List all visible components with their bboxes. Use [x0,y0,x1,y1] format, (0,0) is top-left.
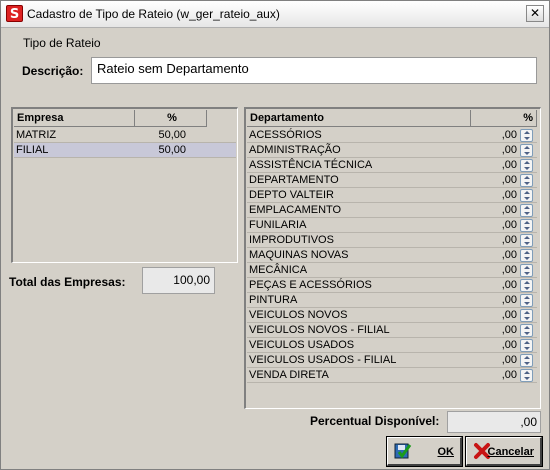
empresa-column-header[interactable]: Empresa [14,110,135,127]
empresa-row[interactable]: MATRIZ 50,00 [14,128,236,143]
empresa-row[interactable]: FILIAL 50,00 [14,143,236,158]
departamento-row[interactable]: DEPTO VALTEIR ,00 [247,188,537,203]
close-button[interactable]: ✕ [526,5,544,22]
spinner-arrows-icon[interactable] [520,174,533,187]
departamento-pct-input[interactable]: ,00 [472,233,517,248]
spinner-arrows-icon[interactable] [520,294,533,307]
departamento-name-cell: PINTURA [249,294,298,306]
departamento-row[interactable]: PEÇAS E ACESSÓRIOS ,00 [247,278,537,293]
empresa-pct-cell[interactable]: 50,00 [136,143,186,158]
description-input[interactable]: Rateio sem Departamento [91,57,537,84]
departamento-pct-input[interactable]: ,00 [472,278,517,293]
empresa-pct-column-header[interactable]: % [135,110,207,127]
departamento-name-cell: VEICULOS USADOS [249,339,355,351]
spinner-arrows-icon[interactable] [520,234,533,247]
description-label: Descrição: [22,64,84,78]
departamento-name-cell: VEICULOS NOVOS - FILIAL [249,324,390,336]
departamento-name-cell: MECÂNICA [249,264,308,276]
departamento-row[interactable]: PINTURA ,00 [247,293,537,308]
ok-button-label: OK [437,446,455,458]
departamento-pct-input[interactable]: ,00 [472,188,517,203]
spinner-arrows-icon[interactable] [520,309,533,322]
departamento-pct-input[interactable]: ,00 [472,293,517,308]
total-empresas-value: 100,00 [142,267,215,294]
empresa-pct-cell[interactable]: 50,00 [136,128,186,143]
departamento-name-cell: IMPRODUTIVOS [249,234,334,246]
spinner-arrows-icon[interactable] [520,129,533,142]
departamento-name-cell: ASSISTÊNCIA TÉCNICA [249,159,373,171]
total-empresas-label: Total das Empresas: [9,275,126,289]
departamento-row[interactable]: ADMINISTRAÇÃO ,00 [247,143,537,158]
check-save-icon [394,443,412,459]
departamento-row[interactable]: MAQUINAS NOVAS ,00 [247,248,537,263]
departamento-pct-input[interactable]: ,00 [472,263,517,278]
departamento-pct-input[interactable]: ,00 [472,128,517,143]
departamento-pct-input[interactable]: ,00 [472,353,517,368]
title-bar: S Cadastro de Tipo de Rateio (w_ger_rate… [1,1,549,28]
departamento-pct-input[interactable]: ,00 [472,218,517,233]
empresa-name-cell[interactable]: MATRIZ [16,128,56,143]
departamento-name-cell: ADMINISTRAÇÃO [249,144,341,156]
spinner-arrows-icon[interactable] [520,189,533,202]
departamento-name-cell: VEICULOS USADOS - FILIAL [249,354,397,366]
spinner-arrows-icon[interactable] [520,219,533,232]
percentual-disponivel-label: Percentual Disponível: [310,414,440,428]
spinner-arrows-icon[interactable] [520,264,533,277]
cancel-button-label: Cancelar [487,446,534,458]
spinner-arrows-icon[interactable] [520,279,533,292]
spinner-arrows-icon[interactable] [520,354,533,367]
spinner-arrows-icon[interactable] [520,204,533,217]
cancel-button[interactable]: Cancelar [465,436,543,467]
departamento-name-cell: FUNILARIA [249,219,307,231]
spinner-arrows-icon[interactable] [520,159,533,172]
departamento-pct-input[interactable]: ,00 [472,143,517,158]
spinner-arrows-icon[interactable] [520,144,533,157]
departamento-pct-input[interactable]: ,00 [472,308,517,323]
departamento-pct-input[interactable]: ,00 [472,368,517,383]
departamento-row[interactable]: FUNILARIA ,00 [247,218,537,233]
departamento-name-cell: DEPARTAMENTO [249,174,339,186]
percentual-disponivel-value: ,00 [447,411,541,433]
departamento-row[interactable]: ACESSÓRIOS ,00 [247,128,537,143]
dialog-window: S Cadastro de Tipo de Rateio (w_ger_rate… [0,0,550,470]
departamento-name-cell: PEÇAS E ACESSÓRIOS [249,279,372,291]
departamento-pct-input[interactable]: ,00 [472,203,517,218]
departamento-row[interactable]: DEPARTAMENTO ,00 [247,173,537,188]
departamento-row[interactable]: ASSISTÊNCIA TÉCNICA ,00 [247,158,537,173]
departamento-pct-input[interactable]: ,00 [472,158,517,173]
ok-button[interactable]: OK [386,436,463,467]
departamento-name-cell: DEPTO VALTEIR [249,189,334,201]
departamento-row[interactable]: VEICULOS NOVOS ,00 [247,308,537,323]
empresas-grid[interactable]: Empresa % MATRIZ 50,00 FILIAL 50,00 [11,107,238,263]
departamento-row[interactable]: EMPLACAMENTO ,00 [247,203,537,218]
departamento-name-cell: EMPLACAMENTO [249,204,342,216]
departamento-name-cell: MAQUINAS NOVAS [249,249,349,261]
departamento-row[interactable]: MECÂNICA ,00 [247,263,537,278]
departamentos-grid[interactable]: Departamento % ACESSÓRIOS ,00 ADMINISTRAÇÃ… [244,107,541,409]
spinner-arrows-icon[interactable] [520,369,533,382]
departamento-row[interactable]: VEICULOS NOVOS - FILIAL ,00 [247,323,537,338]
spinner-arrows-icon[interactable] [520,324,533,337]
departamento-pct-input[interactable]: ,00 [472,338,517,353]
departamento-name-cell: VEICULOS NOVOS [249,309,348,321]
spinner-arrows-icon[interactable] [520,339,533,352]
departamento-row[interactable]: VEICULOS USADOS ,00 [247,338,537,353]
departamento-name-cell: VENDA DIRETA [249,369,329,381]
departamento-row[interactable]: VEICULOS USADOS - FILIAL ,00 [247,353,537,368]
group-title: Tipo de Rateio [23,36,101,50]
departamento-pct-column-header[interactable]: % [471,110,537,127]
departamento-pct-input[interactable]: ,00 [472,173,517,188]
departamento-column-header[interactable]: Departamento [247,110,471,127]
departamento-row[interactable]: IMPRODUTIVOS ,00 [247,233,537,248]
app-logo-icon: S [6,5,23,22]
departamento-pct-input[interactable]: ,00 [472,323,517,338]
window-title: Cadastro de Tipo de Rateio (w_ger_rateio… [27,7,280,21]
departamento-row[interactable]: VENDA DIRETA ,00 [247,368,537,383]
spinner-arrows-icon[interactable] [520,249,533,262]
empresa-name-cell[interactable]: FILIAL [16,143,48,158]
departamento-name-cell: ACESSÓRIOS [249,129,322,141]
departamento-pct-input[interactable]: ,00 [472,248,517,263]
